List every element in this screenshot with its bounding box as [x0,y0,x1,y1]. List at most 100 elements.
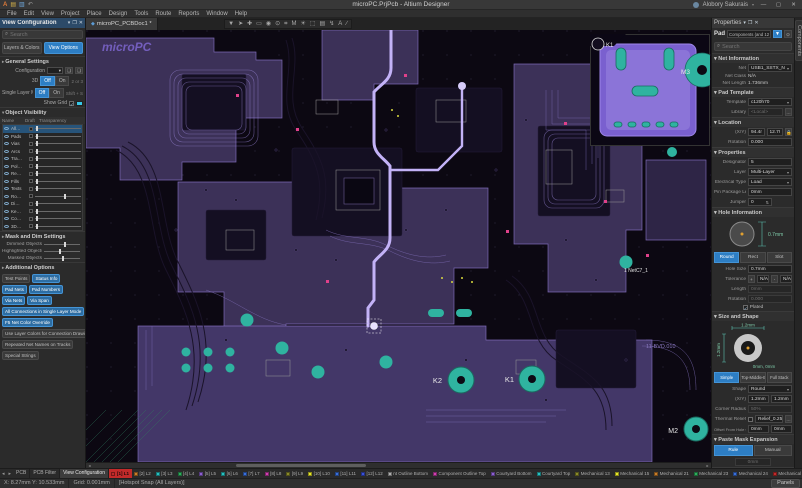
eye-icon[interactable] [4,157,9,160]
menu-item[interactable]: Route [152,10,174,18]
eye-icon[interactable] [4,165,9,168]
visibility-row[interactable]: Fills [3,178,82,186]
visibility-row[interactable]: Arcs [3,148,82,156]
transparency-slider[interactable] [35,149,81,154]
section-additional-options[interactable]: ▸Additional Options [0,262,85,272]
toolbar-icon[interactable]: ⬚ [308,20,317,29]
visibility-row[interactable]: Co… [3,215,82,223]
electrical-type-dropdown[interactable]: Load▾ [748,178,792,186]
transparency-slider[interactable] [35,171,81,176]
draft-checkbox[interactable] [29,209,33,213]
toolbar-icon[interactable]: ∕ [345,20,349,29]
option-toggle-button[interactable]: Via Span [27,296,52,305]
menu-item[interactable]: View [38,10,57,18]
toolbar-icon[interactable]: ▼ [227,20,236,29]
minimize-button[interactable]: — [758,1,769,9]
panels-button[interactable]: Panels [771,479,800,488]
rotation-field[interactable] [748,138,792,146]
layer-tab[interactable]: [3] L3 [153,469,175,478]
menu-item[interactable]: Tools [131,10,151,18]
section-location[interactable]: ▾ Location [712,117,794,127]
bottom-panel-tab[interactable]: PCB [13,469,30,478]
close-icon[interactable]: ✕ [754,20,758,26]
thermal-relief-checkbox[interactable] [748,417,753,422]
hole-shape-button[interactable]: Round [714,252,739,263]
size-shape-tab[interactable]: Top-Middle-Bottom [740,372,765,383]
properties-search-input[interactable] [722,44,789,50]
eye-icon[interactable] [4,217,9,220]
layer-tab[interactable]: [8] L8 [262,469,284,478]
mechanical-layer-tab[interactable]: Mechanical 24 [731,469,771,478]
visibility-row[interactable]: Re… [3,170,82,178]
eye-icon[interactable] [4,180,9,183]
user-name[interactable]: Alobory Sakurais [703,2,748,8]
three-d-toggle[interactable]: OffOn [40,76,69,86]
draft-checkbox[interactable] [29,142,33,146]
shape-dropdown[interactable]: Round▾ [748,385,792,393]
option-toggle-button[interactable]: Status Info [32,274,60,283]
transparency-slider[interactable] [35,156,81,161]
search-box[interactable]: ⌕ [2,30,83,39]
option-toggle-button[interactable]: Pad Nets [2,285,27,294]
menu-item[interactable]: Design [106,10,131,18]
menu-item[interactable]: Project [58,10,83,18]
user-avatar[interactable] [693,2,699,8]
draft-checkbox[interactable] [29,134,33,138]
transparency-slider[interactable] [35,134,81,139]
pin-icon[interactable]: ❐ [748,20,752,26]
draft-checkbox[interactable] [29,172,33,176]
draft-checkbox[interactable] [29,224,33,228]
scrollbar-thumb[interactable] [236,464,366,467]
plated-checkbox[interactable] [743,305,748,310]
section-properties[interactable]: ▾ Properties [712,147,794,157]
hole-shape-button[interactable]: Slot [767,252,792,263]
config-save-icon[interactable]: ❏ [65,67,73,74]
section-mask-dim[interactable]: ▸Mask and Dim Settings [0,231,85,241]
visibility-row[interactable]: Ke… [3,208,82,216]
layer-dropdown[interactable]: Multi-Layer▾ [748,168,792,176]
layer-tab[interactable]: [5] L5 [197,469,219,478]
transparency-slider[interactable] [35,164,81,169]
visibility-row[interactable]: Ro… [3,193,82,201]
option-toggle-button[interactable]: All Connections in Single Layer Mode [2,307,84,316]
eye-icon[interactable] [4,135,9,138]
mask-dim-slider[interactable] [44,242,80,247]
hole-shape-button[interactable]: Rect [740,252,765,263]
panel-tab[interactable]: View Options [44,42,84,54]
net-dropdown[interactable]: USB1_SSTX_N▾ [748,64,792,72]
toolbar-icon[interactable]: ↯ [328,20,336,29]
mechanical-layer-tab[interactable]: nt Outline Bottom [385,469,430,478]
visibility-row[interactable]: Di… [3,200,82,208]
chevron-down-icon[interactable]: ▾ [743,20,746,26]
transparency-slider[interactable] [35,201,81,206]
option-toggle-button[interactable]: F5 Net Color Override [2,318,53,327]
selected-pad[interactable] [371,323,378,330]
menu-item[interactable]: Help [232,10,250,18]
mechanical-layer-tab[interactable]: Mechanical 15 [612,469,652,478]
document-tab[interactable]: ◆ microPC_PCBDoc1 * [86,18,158,30]
offset-y-field[interactable] [771,425,792,433]
option-toggle-button[interactable]: Use Layer Colors for Connection Drawing [2,329,86,338]
option-toggle-button[interactable]: Repeated Net Names on Tracks [2,340,73,349]
search-input[interactable] [10,32,80,38]
visibility-row[interactable]: Vias [3,140,82,148]
chevron-down-icon[interactable]: ▾ [68,20,71,26]
draft-checkbox[interactable] [29,217,33,221]
layer-tab[interactable]: [4] L4 [175,469,197,478]
panel-tab[interactable]: Layers & Colors [2,42,42,54]
toolbar-icon[interactable]: A [337,20,344,29]
scope-dropdown[interactable]: Components (and 12 more) [727,30,771,38]
mask-dim-slider[interactable] [44,256,80,261]
config-load-icon[interactable]: ❏ [75,67,83,74]
transparency-slider[interactable] [35,224,81,229]
mechanical-layer-tab[interactable]: Mechanical 21 [652,469,692,478]
pin-icon[interactable]: ⊙ [784,30,792,38]
pin-icon[interactable]: ❐ [72,20,76,26]
chevron-down-icon[interactable]: ▾ [752,2,754,8]
section-general-settings[interactable]: ▸General Settings [0,56,85,66]
tolerance-minus-field[interactable]: N/A [780,275,792,283]
pad-x-field[interactable] [748,395,769,403]
eye-icon[interactable] [4,187,9,190]
visibility-row[interactable]: 3D… [3,223,82,231]
paste-mask-manual-button[interactable]: Manual [754,445,793,456]
